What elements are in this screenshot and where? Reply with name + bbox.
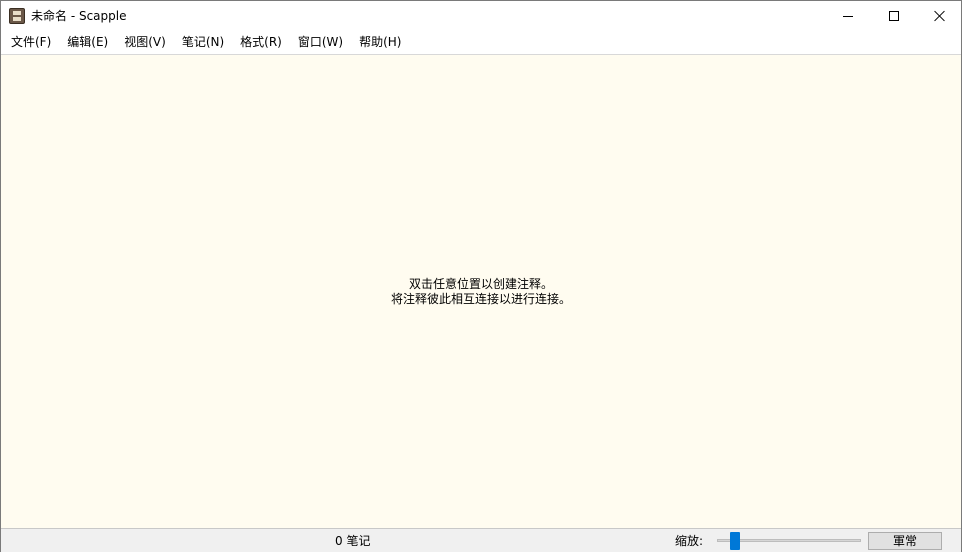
status-bar: 0 笔记 缩放: 軍常 bbox=[1, 528, 961, 552]
maximize-icon bbox=[889, 11, 899, 21]
menu-notes[interactable]: 笔记(N) bbox=[175, 31, 231, 53]
scapple-window: 未命名 - Scapple 文件(F) 编辑(E) 视图(V) 笔记(N) 格式… bbox=[0, 0, 962, 552]
window-title: 未命名 - Scapple bbox=[31, 9, 127, 23]
menu-bar: 文件(F) 编辑(E) 视图(V) 笔记(N) 格式(R) 窗口(W) 帮助(H… bbox=[1, 31, 961, 53]
menu-help[interactable]: 帮助(H) bbox=[352, 31, 408, 53]
maximize-button[interactable] bbox=[871, 1, 917, 31]
hint-line-create: 双击任意位置以创建注释。 bbox=[408, 277, 553, 291]
menu-file[interactable]: 文件(F) bbox=[4, 31, 58, 53]
note-count: 0 笔记 bbox=[335, 534, 371, 548]
scapple-canvas[interactable]: 双击任意位置以创建注释。 将注释彼此相互连接以进行连接。 bbox=[1, 54, 961, 528]
menu-edit[interactable]: 编辑(E) bbox=[60, 31, 115, 53]
empty-canvas-hint: 双击任意位置以创建注释。 将注释彼此相互连接以进行连接。 bbox=[1, 277, 961, 307]
scapple-app-icon[interactable] bbox=[9, 8, 25, 24]
close-button[interactable] bbox=[917, 1, 962, 31]
zoom-label: 缩放: bbox=[675, 534, 704, 548]
menu-view[interactable]: 视图(V) bbox=[117, 31, 173, 53]
actual-size-button[interactable]: 軍常 bbox=[868, 532, 942, 550]
menu-window[interactable]: 窗口(W) bbox=[291, 31, 350, 53]
hint-line-connect: 将注释彼此相互连接以进行连接。 bbox=[390, 292, 571, 306]
close-icon bbox=[934, 10, 946, 22]
menu-format[interactable]: 格式(R) bbox=[233, 31, 289, 53]
zoom-slider-thumb[interactable] bbox=[730, 532, 740, 550]
title-bar[interactable]: 未命名 - Scapple bbox=[1, 1, 961, 31]
minimize-icon bbox=[843, 15, 853, 17]
minimize-button[interactable] bbox=[825, 1, 871, 31]
